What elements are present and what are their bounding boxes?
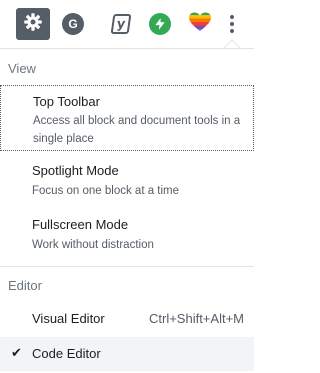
top-toolbar-title: Top Toolbar <box>33 94 100 109</box>
more-tools-menu: View Top Toolbar Access all block and do… <box>0 48 254 373</box>
gear-icon <box>23 12 43 37</box>
checkmark-icon: ✔ <box>11 346 22 361</box>
spotlight-mode-description: Focus on one block at a time <box>32 185 180 197</box>
jetpack-button[interactable] <box>143 8 177 40</box>
g-avatar-icon: G <box>62 13 84 35</box>
top-toolbar-description: Access all block and document tools in a… <box>33 115 241 145</box>
yoast-icon: y <box>110 14 132 34</box>
plugin-g-button[interactable]: G <box>56 8 90 40</box>
menu-separator <box>0 266 254 267</box>
yoast-button[interactable]: y <box>104 8 138 40</box>
rainbow-heart-icon <box>188 10 212 39</box>
fullscreen-mode-description: Work without distraction <box>32 239 154 251</box>
more-tools-button[interactable] <box>216 8 248 40</box>
view-group-label: View <box>8 61 36 76</box>
spotlight-mode-title: Spotlight Mode <box>32 163 119 178</box>
vertical-ellipsis-icon <box>230 15 234 33</box>
spotlight-mode-option[interactable]: Spotlight Mode Focus on one block at a t… <box>0 153 254 203</box>
settings-button[interactable] <box>16 8 50 40</box>
lightning-bolt-icon <box>149 13 171 35</box>
visual-editor-title: Visual Editor <box>32 311 105 326</box>
code-editor-title: Code Editor <box>32 346 101 361</box>
rainbow-plugin-button[interactable] <box>183 8 217 40</box>
editor-group-label: Editor <box>8 278 42 293</box>
editor-toolbar: G y <box>0 0 254 48</box>
top-toolbar-option[interactable]: Top Toolbar Access all block and documen… <box>0 85 254 151</box>
visual-editor-shortcut: Ctrl+Shift+Alt+M <box>148 311 244 326</box>
fullscreen-mode-title: Fullscreen Mode <box>32 217 129 232</box>
visual-editor-option[interactable]: Visual Editor Ctrl+Shift+Alt+M <box>0 303 254 335</box>
code-editor-option[interactable]: ✔ Code Editor <box>0 337 254 371</box>
fullscreen-mode-option[interactable]: Fullscreen Mode Work without distraction <box>0 207 254 257</box>
